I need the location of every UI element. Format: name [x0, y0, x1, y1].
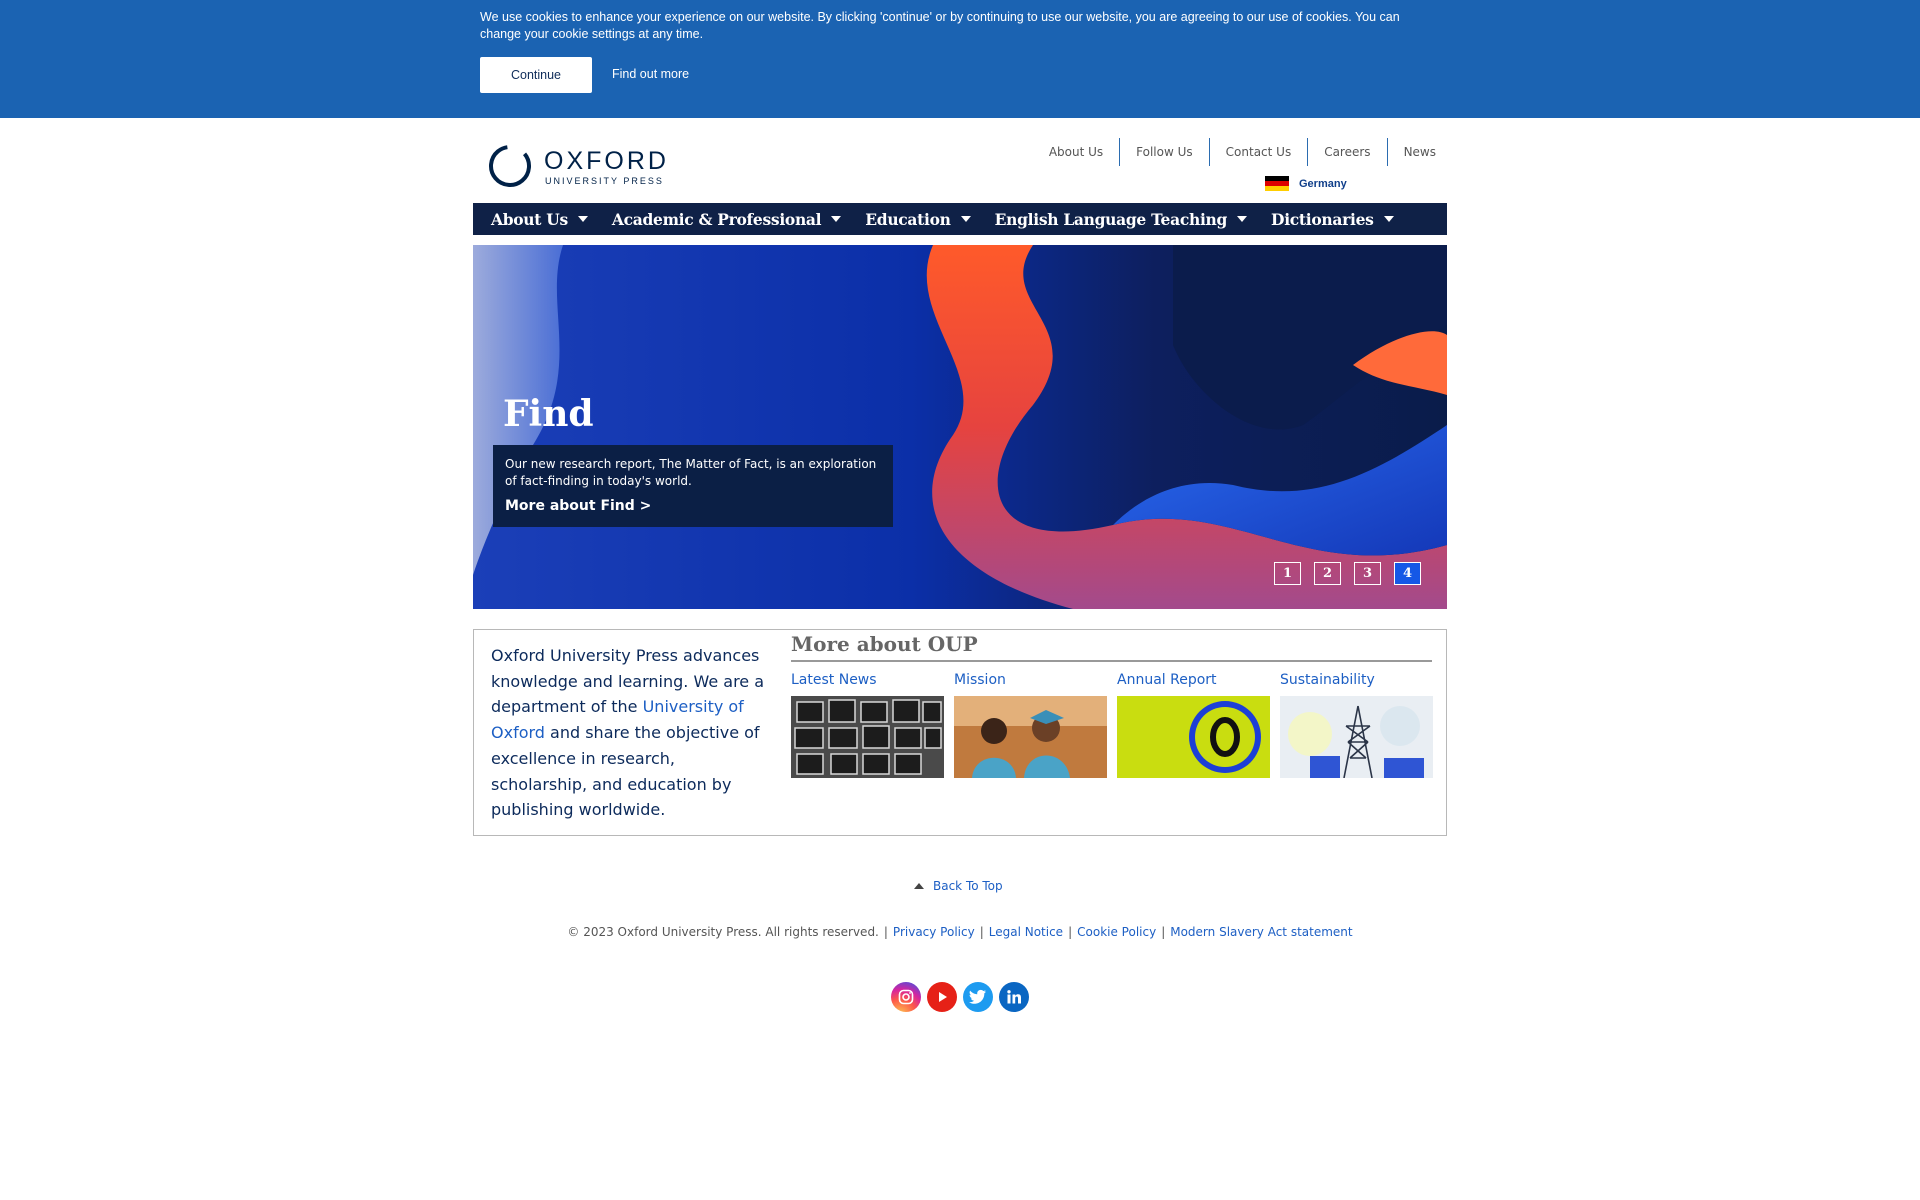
- top-link-about-us[interactable]: About Us: [1033, 138, 1119, 166]
- legal-footer: © 2023 Oxford University Press. All righ…: [567, 925, 1353, 939]
- utility-nav: About Us Follow Us Contact Us Careers Ne…: [1033, 138, 1442, 166]
- nav-item-academic-professional[interactable]: Academic & Professional: [611, 209, 842, 229]
- country-label: Germany: [1299, 177, 1347, 190]
- info-panel: Oxford University Press advances knowled…: [473, 629, 1447, 836]
- logo-name: OXFORD: [544, 147, 669, 175]
- nav-label: English Language Teaching: [994, 209, 1228, 229]
- privacy-policy-link[interactable]: Privacy Policy: [893, 925, 975, 939]
- card-mission[interactable]: Mission: [954, 672, 1107, 778]
- carousel-page-3[interactable]: 3: [1354, 562, 1381, 585]
- nav-label: Academic & Professional: [611, 209, 822, 229]
- cookie-find-out-more-link[interactable]: Find out more: [612, 67, 689, 81]
- nav-item-dictionaries[interactable]: Dictionaries: [1271, 210, 1394, 229]
- hero-caption-box: Our new research report, The Matter of F…: [493, 445, 893, 527]
- card-label[interactable]: Mission: [954, 672, 1107, 688]
- logo-subtitle: UNIVERSITY PRESS: [545, 176, 664, 186]
- sustainability-image: [1280, 696, 1433, 778]
- social-links: [891, 982, 1035, 1012]
- hero-title: Find: [503, 393, 594, 435]
- top-link-follow-us[interactable]: Follow Us: [1119, 138, 1209, 166]
- top-link-contact-us[interactable]: Contact Us: [1208, 138, 1308, 166]
- main-nav: About Us Academic & Professional Educati…: [473, 203, 1447, 235]
- back-to-top-label: Back To Top: [933, 879, 1003, 893]
- cookie-message: We use cookies to enhance your experienc…: [480, 10, 1400, 41]
- card-label[interactable]: Sustainability: [1280, 672, 1433, 688]
- latest-news-image: [791, 696, 944, 778]
- top-link-careers[interactable]: Careers: [1307, 138, 1386, 166]
- legal-notice-link[interactable]: Legal Notice: [989, 925, 1063, 939]
- intro-text: Oxford University Press advances knowled…: [491, 643, 776, 823]
- caret-down-icon: [1237, 216, 1248, 222]
- nav-label: Education: [865, 209, 951, 229]
- card-label[interactable]: Annual Report: [1117, 672, 1270, 688]
- copyright-text: © 2023 Oxford University Press. All righ…: [567, 925, 879, 939]
- more-about-heading: More about OUP: [791, 632, 1432, 662]
- back-to-top-link[interactable]: Back To Top: [914, 879, 1003, 893]
- youtube-icon[interactable]: [927, 982, 957, 1012]
- germany-flag-icon: [1265, 176, 1289, 191]
- cookie-banner: We use cookies to enhance your experienc…: [0, 0, 1920, 118]
- carousel-page-2[interactable]: 2: [1314, 562, 1341, 585]
- nav-label: Dictionaries: [1271, 209, 1374, 229]
- carousel-page-1[interactable]: 1: [1274, 562, 1301, 585]
- card-label[interactable]: Latest News: [791, 672, 944, 688]
- country-selector[interactable]: Germany: [1265, 176, 1347, 191]
- annual-report-image: [1117, 696, 1270, 778]
- caret-down-icon: [960, 216, 971, 222]
- modern-slavery-statement-link[interactable]: Modern Slavery Act statement: [1170, 925, 1352, 939]
- arrow-up-icon: [914, 883, 924, 889]
- cookie-continue-button[interactable]: Continue: [480, 57, 592, 93]
- caret-down-icon: [831, 216, 842, 222]
- caret-down-icon: [1383, 216, 1394, 222]
- linkedin-icon[interactable]: [999, 982, 1029, 1012]
- carousel-page-4[interactable]: 4: [1394, 562, 1421, 585]
- card-sustainability[interactable]: Sustainability: [1280, 672, 1433, 778]
- hero-carousel: Find Our new research report, The Matter…: [473, 245, 1447, 609]
- nav-item-about-us[interactable]: About Us: [491, 210, 588, 229]
- hero-background-image: [473, 245, 1447, 609]
- card-latest-news[interactable]: Latest News: [791, 672, 944, 778]
- top-link-news[interactable]: News: [1386, 138, 1442, 166]
- hero-description: Our new research report, The Matter of F…: [505, 457, 877, 488]
- nav-item-english-language-teaching[interactable]: English Language Teaching: [994, 209, 1248, 229]
- mission-image: [954, 696, 1107, 778]
- oxford-logo[interactable]: OXFORD UNIVERSITY PRESS: [488, 142, 678, 190]
- cookie-policy-link[interactable]: Cookie Policy: [1077, 925, 1156, 939]
- twitter-icon[interactable]: [963, 982, 993, 1012]
- nav-label: About Us: [491, 209, 568, 229]
- caret-down-icon: [577, 216, 588, 222]
- hero-more-link[interactable]: More about Find >: [505, 498, 651, 514]
- card-annual-report[interactable]: Annual Report: [1117, 672, 1270, 778]
- carousel-pager: 1 2 3 4: [1274, 562, 1434, 585]
- instagram-icon[interactable]: [891, 982, 921, 1012]
- nav-item-education[interactable]: Education: [865, 209, 971, 229]
